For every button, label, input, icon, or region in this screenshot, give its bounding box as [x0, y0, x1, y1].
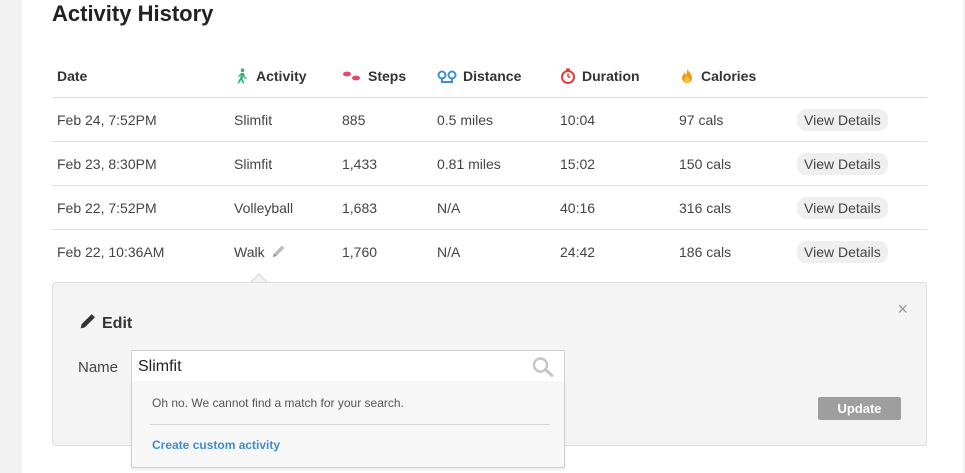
cell-distance: N/A: [437, 199, 461, 216]
cell-duration: 15:02: [560, 155, 596, 172]
cell-activity: Slimfit: [234, 155, 273, 172]
table-row: Feb 22, 7:52PM Volleyball 1,683 N/A 40:1…: [52, 186, 927, 230]
footprints-icon: [342, 68, 362, 84]
cell-duration: 10:04: [560, 111, 596, 128]
table-row: Feb 24, 7:52PM Slimfit 885 0.5 miles 10:…: [52, 98, 927, 142]
cell-distance: N/A: [437, 244, 461, 260]
table-row: Feb 23, 8:30PM Slimfit 1,433 0.81 miles …: [52, 142, 927, 186]
header-distance: Distance: [437, 55, 521, 97]
stopwatch-icon: [560, 68, 576, 84]
cell-calories: 186 cals: [679, 244, 732, 260]
page-title: Activity History: [52, 1, 214, 26]
header-activity: Activity: [234, 55, 307, 97]
no-match-message: Oh no. We cannot find a match for your s…: [152, 396, 404, 410]
activity-name-input[interactable]: [138, 356, 518, 378]
table-row: Feb 22, 10:36AM Walk 1,760 N/A 24:42 186…: [52, 230, 927, 274]
view-details-button[interactable]: View Details: [797, 241, 888, 263]
cell-date: Feb 22, 10:36AM: [57, 244, 165, 260]
cell-date: Feb 22, 7:52PM: [57, 199, 157, 216]
cell-steps: 1,760: [342, 244, 378, 260]
search-icon[interactable]: [532, 357, 554, 382]
update-button[interactable]: Update: [818, 397, 901, 420]
view-details-button[interactable]: View Details: [797, 196, 888, 219]
pencil-icon: [79, 313, 102, 335]
create-custom-activity-link[interactable]: Create custom activity: [152, 438, 280, 452]
cell-calories: 97 cals: [679, 111, 724, 128]
close-icon[interactable]: ×: [897, 299, 908, 320]
header-date: Date: [57, 68, 88, 84]
header-steps: Steps: [342, 55, 406, 97]
table-header: Date Activity Steps Distance Duration Ca…: [52, 55, 927, 98]
cell-activity: Volleyball: [234, 199, 294, 216]
activity-history-card: Activity History Date Activity Steps Dis…: [22, 0, 963, 473]
header-duration: Duration: [560, 55, 640, 97]
dropdown-divider: [150, 424, 550, 425]
cell-activity: Slimfit: [234, 111, 273, 128]
cell-steps: 1,683: [342, 199, 378, 216]
view-details-button[interactable]: View Details: [797, 152, 888, 175]
view-details-button[interactable]: View Details: [797, 108, 888, 131]
activity-search-box: [131, 350, 565, 382]
search-results-dropdown: Oh no. We cannot find a match for your s…: [131, 381, 565, 468]
flame-icon: [679, 68, 695, 84]
cell-activity-label: Walk: [234, 244, 265, 260]
edit-title-label: Edit: [102, 315, 133, 332]
activity-table: Date Activity Steps Distance Duration Ca…: [52, 55, 927, 274]
distance-pins-icon: [437, 68, 457, 84]
cell-date: Feb 24, 7:52PM: [57, 111, 157, 128]
cell-distance: 0.5 miles: [437, 111, 494, 128]
cell-duration: 40:16: [560, 199, 596, 216]
cell-calories: 316 cals: [679, 199, 732, 216]
header-calories: Calories: [679, 55, 756, 97]
edit-title: Edit: [79, 313, 132, 335]
cell-calories: 150 cals: [679, 155, 732, 172]
cell-date: Feb 23, 8:30PM: [57, 155, 157, 172]
name-label: Name: [78, 359, 119, 376]
cell-distance: 0.81 miles: [437, 155, 501, 172]
cell-steps: 885: [342, 111, 366, 128]
cell-duration: 24:42: [560, 244, 596, 260]
cell-activity: Walk: [234, 230, 287, 274]
walking-person-icon: [234, 68, 250, 84]
cell-steps: 1,433: [342, 155, 378, 172]
edit-pencil-icon[interactable]: [271, 243, 287, 262]
